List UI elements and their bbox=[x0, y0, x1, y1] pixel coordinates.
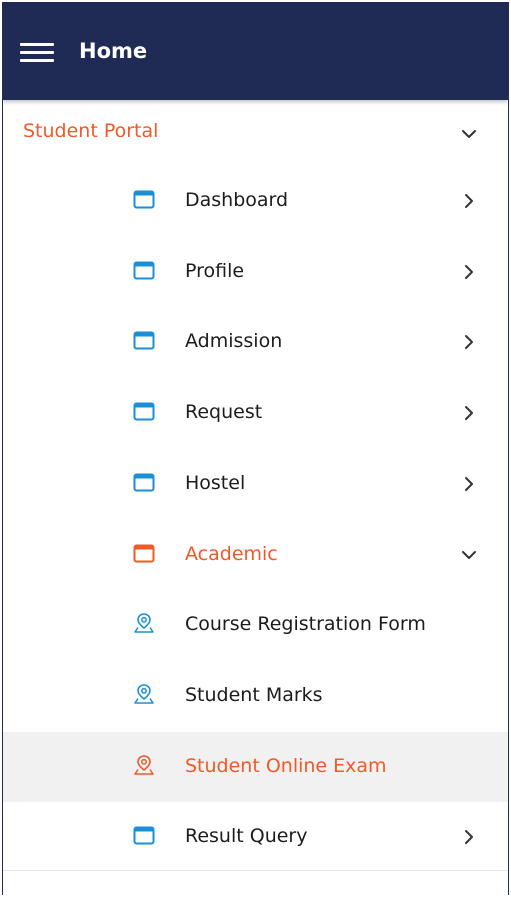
location-pin-icon bbox=[133, 683, 155, 704]
window-icon bbox=[133, 826, 155, 846]
chevron-right-icon bbox=[459, 827, 479, 847]
sidebar-item-course-registration-form[interactable]: Course Registration Form bbox=[3, 590, 508, 660]
sidebar-item-label: Hostel bbox=[185, 472, 246, 494]
sidebar-item-academic[interactable]: Academic bbox=[3, 520, 508, 590]
chevron-right-icon bbox=[459, 191, 479, 211]
sidebar-item-student-marks[interactable]: Student Marks bbox=[3, 661, 508, 731]
chevron-down-icon bbox=[459, 545, 479, 565]
section-label: Student Portal bbox=[23, 120, 159, 142]
app-header: Home bbox=[3, 3, 508, 100]
sidebar-item-label: Request bbox=[185, 401, 263, 423]
window-icon bbox=[133, 544, 155, 564]
sidebar-panel: Home Student Portal Dashboard Profile Admi… bbox=[2, 2, 509, 895]
sidebar-item-label: Dashboard bbox=[185, 189, 289, 211]
sidebar-item-request[interactable]: Request bbox=[3, 378, 508, 448]
location-pin-icon bbox=[133, 754, 155, 775]
sidebar-item-hostel[interactable]: Hostel bbox=[3, 449, 508, 519]
chevron-right-icon bbox=[459, 262, 479, 282]
sidebar-item-label: Result Query bbox=[185, 825, 308, 847]
window-icon bbox=[133, 473, 155, 493]
chevron-right-icon bbox=[459, 332, 479, 352]
bottom-divider bbox=[3, 870, 508, 871]
sidebar-item-label: Student Online Exam bbox=[185, 755, 387, 777]
sidebar-item-profile[interactable]: Profile bbox=[3, 237, 508, 307]
window-icon bbox=[133, 190, 155, 210]
sidebar-item-label: Student Marks bbox=[185, 684, 323, 706]
sidebar-item-label: Profile bbox=[185, 260, 245, 282]
sidebar-item-result-query[interactable]: Result Query bbox=[3, 802, 508, 872]
hamburger-menu-icon[interactable] bbox=[20, 40, 54, 64]
window-icon bbox=[133, 402, 155, 422]
sidebar-item-label: Course Registration Form bbox=[185, 613, 426, 635]
window-icon bbox=[133, 331, 155, 351]
section-student-portal[interactable]: Student Portal bbox=[3, 100, 508, 164]
sidebar-item-admission[interactable]: Admission bbox=[3, 307, 508, 377]
location-pin-icon bbox=[133, 612, 155, 633]
sidebar-item-label: Admission bbox=[185, 330, 283, 352]
header-title: Home bbox=[79, 39, 148, 63]
sidebar-item-label: Academic bbox=[185, 543, 278, 565]
chevron-right-icon bbox=[459, 403, 479, 423]
chevron-down-icon bbox=[459, 124, 479, 144]
window-icon bbox=[133, 261, 155, 281]
sidebar-item-student-online-exam[interactable]: Student Online Exam bbox=[3, 732, 508, 802]
chevron-right-icon bbox=[459, 474, 479, 494]
sidebar-item-dashboard[interactable]: Dashboard bbox=[3, 166, 508, 236]
